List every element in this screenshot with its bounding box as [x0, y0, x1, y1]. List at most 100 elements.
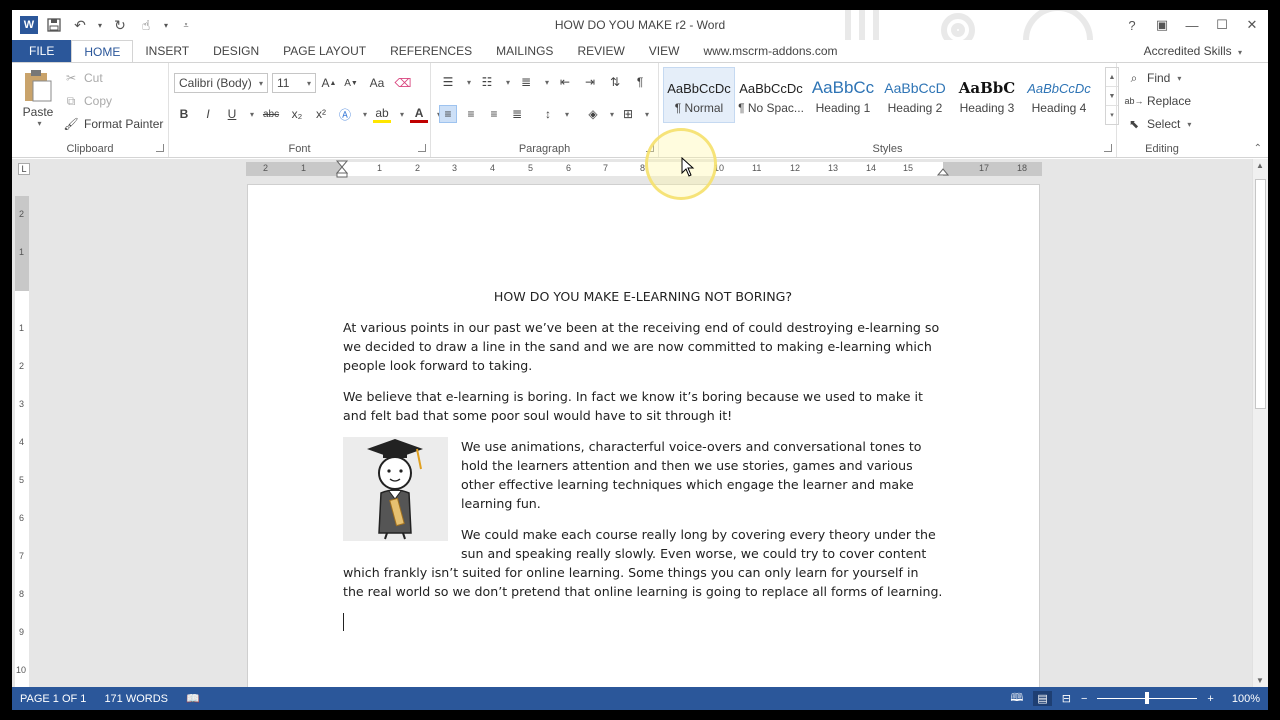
- format-painter-button[interactable]: 🖌 Format Painter: [62, 115, 163, 133]
- copy-button[interactable]: ⧉ Copy: [62, 92, 112, 110]
- ruler-number: 2: [19, 209, 25, 219]
- scroll-down-icon[interactable]: ▼: [1256, 676, 1264, 685]
- numbering-dropdown-icon[interactable]: ▾: [506, 78, 510, 87]
- zoom-level[interactable]: 100%: [1232, 693, 1260, 705]
- superscript-button[interactable]: x²: [312, 105, 330, 123]
- multilevel-list-icon[interactable]: ≣: [517, 73, 535, 91]
- help-button[interactable]: ?: [1122, 14, 1142, 36]
- ruler-number: 7: [19, 551, 25, 561]
- borders-icon[interactable]: ⊞: [619, 105, 637, 123]
- replace-button[interactable]: ab→ Replace: [1125, 92, 1192, 110]
- scroll-up-icon[interactable]: ▲: [1256, 161, 1264, 170]
- style-heading-2[interactable]: AaBbCcD Heading 2: [879, 67, 951, 123]
- borders-dropdown-icon[interactable]: ▾: [645, 110, 649, 119]
- tab-home[interactable]: HOME: [71, 40, 134, 62]
- tab-page-layout[interactable]: PAGE LAYOUT: [271, 40, 378, 62]
- clear-formatting-icon[interactable]: ⌫: [394, 74, 412, 92]
- chevron-down-icon: ▾: [306, 78, 311, 88]
- justify-icon[interactable]: ≣: [508, 105, 526, 123]
- ruler-number: 4: [19, 437, 25, 447]
- shrink-font-icon[interactable]: A ▼: [342, 74, 360, 92]
- bullets-dropdown-icon[interactable]: ▾: [467, 78, 471, 87]
- zoom-slider[interactable]: [1097, 692, 1198, 704]
- line-spacing-icon[interactable]: ↕: [539, 105, 557, 123]
- decrease-indent-icon[interactable]: ⇤: [556, 73, 574, 91]
- tab-review[interactable]: REVIEW: [565, 40, 636, 62]
- tab-references[interactable]: REFERENCES: [378, 40, 484, 62]
- show-formatting-icon[interactable]: ¶: [631, 73, 649, 91]
- change-case-icon[interactable]: Aa: [364, 74, 390, 92]
- account-dropdown-icon: ▾: [1237, 48, 1242, 57]
- tab-file[interactable]: FILE: [12, 40, 72, 62]
- page-count[interactable]: PAGE 1 OF 1: [20, 693, 86, 705]
- horizontal-ruler[interactable]: 2 1 1 2 3 4 5 6 7 8 10 11 12 13 14 15 17…: [246, 160, 1042, 178]
- font-color-icon[interactable]: A: [410, 105, 429, 123]
- paste-button[interactable]: Paste ▾: [20, 69, 56, 131]
- zoom-out-icon[interactable]: −: [1081, 693, 1087, 705]
- tab-mscrm-addons[interactable]: www.mscrm-addons.com: [691, 40, 849, 62]
- tab-selector-icon[interactable]: L: [18, 163, 30, 175]
- bullets-icon[interactable]: ☰: [439, 73, 457, 91]
- line-spacing-dropdown-icon[interactable]: ▾: [565, 110, 569, 119]
- scroll-thumb[interactable]: [1255, 179, 1266, 409]
- style-normal[interactable]: AaBbCcDc ¶ Normal: [663, 67, 735, 123]
- tab-insert[interactable]: INSERT: [133, 40, 201, 62]
- vertical-ruler[interactable]: 2 1 1 2 3 4 5 6 7 8 9 10: [15, 196, 29, 687]
- maximize-button[interactable]: ☐: [1212, 14, 1232, 36]
- styles-launcher-icon[interactable]: [1104, 144, 1112, 152]
- highlight-dropdown-icon[interactable]: ▾: [400, 110, 404, 119]
- numbering-icon[interactable]: ☷: [478, 73, 496, 91]
- grow-font-icon[interactable]: A ▲: [320, 74, 338, 92]
- zoom-slider-knob[interactable]: [1145, 692, 1150, 704]
- underline-dropdown-icon[interactable]: ▾: [250, 110, 254, 119]
- font-family-select[interactable]: Calibri (Body) ▾: [174, 73, 268, 93]
- zoom-in-icon[interactable]: +: [1207, 693, 1213, 705]
- style-heading-1[interactable]: AaBbCc Heading 1: [807, 67, 879, 123]
- document-page[interactable]: HOW DO YOU MAKE E-LEARNING NOT BORING? A…: [247, 184, 1040, 687]
- find-button[interactable]: ⌕ Find ▾: [1125, 69, 1182, 87]
- font-size-select[interactable]: 11 ▾: [272, 73, 316, 93]
- align-left-icon[interactable]: ≡: [439, 105, 457, 123]
- tab-design[interactable]: DESIGN: [201, 40, 271, 62]
- clipboard-launcher-icon[interactable]: [156, 144, 164, 152]
- select-button[interactable]: ⬉ Select ▾: [1125, 115, 1191, 133]
- vertical-scrollbar[interactable]: ▲ ▼: [1252, 159, 1268, 687]
- align-right-icon[interactable]: ≡: [485, 105, 503, 123]
- style-no-spacing[interactable]: AaBbCcDc ¶ No Spac...: [735, 67, 807, 123]
- shading-dropdown-icon[interactable]: ▾: [610, 110, 614, 119]
- italic-button[interactable]: I: [199, 105, 217, 123]
- tab-mailings[interactable]: MAILINGS: [484, 40, 565, 62]
- multilevel-dropdown-icon[interactable]: ▾: [545, 78, 549, 87]
- align-center-icon[interactable]: ≡: [462, 105, 480, 123]
- read-mode-icon[interactable]: 🕮: [1010, 689, 1023, 708]
- text-effects-dropdown-icon[interactable]: ▾: [363, 110, 367, 119]
- bold-button[interactable]: B: [175, 105, 193, 123]
- style-sample: AaBbCcD: [884, 80, 946, 96]
- graduate-illustration[interactable]: [343, 437, 448, 541]
- indent-marker-icon[interactable]: [336, 160, 348, 178]
- web-layout-icon[interactable]: ⊟: [1062, 692, 1071, 705]
- highlight-icon[interactable]: ab: [373, 105, 392, 123]
- document-body[interactable]: HOW DO YOU MAKE E-LEARNING NOT BORING? A…: [343, 287, 943, 636]
- account-name[interactable]: Accredited Skills ▾: [1144, 44, 1242, 58]
- increase-indent-icon[interactable]: ⇥: [581, 73, 599, 91]
- underline-button[interactable]: U: [223, 105, 241, 123]
- strikethrough-button[interactable]: abc: [260, 105, 282, 123]
- style-heading-3[interactable]: AaBbC Heading 3: [951, 67, 1023, 123]
- shading-icon[interactable]: ◈: [584, 105, 602, 123]
- close-button[interactable]: ✕: [1242, 14, 1262, 36]
- font-launcher-icon[interactable]: [418, 144, 426, 152]
- cut-button[interactable]: ✂ Cut: [62, 69, 103, 87]
- right-indent-marker-icon[interactable]: [937, 167, 949, 176]
- subscript-button[interactable]: x₂: [288, 105, 306, 123]
- word-count[interactable]: 171 WORDS: [104, 693, 168, 705]
- style-heading-4[interactable]: AaBbCcDc Heading 4: [1023, 67, 1095, 123]
- sort-icon[interactable]: ⇅: [606, 73, 624, 91]
- tab-view[interactable]: VIEW: [637, 40, 692, 62]
- text-effects-icon[interactable]: Ⓐ: [336, 105, 354, 123]
- collapse-ribbon-icon[interactable]: ⌃: [1254, 143, 1262, 154]
- minimize-button[interactable]: —: [1182, 14, 1202, 36]
- proofing-icon[interactable]: 📖: [186, 692, 200, 705]
- print-layout-icon[interactable]: ▤: [1033, 691, 1052, 706]
- ribbon-display-button[interactable]: ▣: [1152, 14, 1172, 36]
